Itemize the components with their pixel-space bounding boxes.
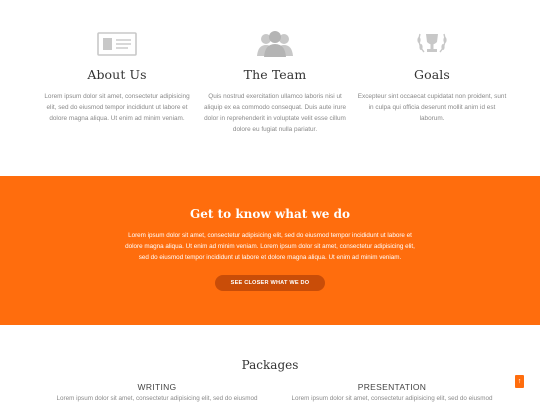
package-presentation: PRESENTATION Lorem ipsum dolor sit amet,… [282, 382, 502, 402]
feature-text: Excepteur sint occaecat cupidatat non pr… [357, 93, 507, 122]
section-title: Get to know what we do [190, 207, 350, 221]
arrow-up-icon: ↑ [517, 378, 522, 385]
package-text: Lorem ipsum dolor sit amet, consectetur … [56, 395, 258, 402]
trophy-icon [417, 33, 447, 53]
scroll-to-top-button[interactable]: ↑ [515, 375, 524, 388]
feature-goals: Goals Excepteur sint occaecat cupidatat … [357, 0, 507, 124]
feature-text: Quis nostrud exercitation ullamco labori… [203, 93, 347, 133]
see-closer-button[interactable]: See closer what we do [215, 275, 325, 291]
package-name: PRESENTATION [357, 382, 427, 392]
feature-text: Lorem ipsum dolor sit amet, consectetur … [44, 93, 190, 122]
packages-section: Packages WRITING Lorem ipsum dolor sit a… [0, 325, 540, 404]
section-text: Lorem ipsum dolor sit amet, consectetur … [125, 232, 415, 261]
package-text: Lorem ipsum dolor sit amet, consectetur … [291, 395, 493, 402]
features-section: About Us Lorem ipsum dolor sit amet, con… [0, 0, 540, 176]
package-name: WRITING [137, 382, 177, 392]
feature-about-us: About Us Lorem ipsum dolor sit amet, con… [42, 0, 192, 124]
team-icon [257, 31, 293, 57]
feature-the-team: The Team Quis nostrud exercitation ullam… [200, 0, 350, 135]
id-card-icon [97, 32, 137, 56]
package-writing: WRITING Lorem ipsum dolor sit amet, cons… [47, 382, 267, 402]
feature-title: The Team [243, 67, 307, 82]
feature-title: Goals [414, 67, 450, 82]
feature-title: About Us [87, 67, 147, 82]
get-to-know-section: Get to know what we do Lorem ipsum dolor… [0, 176, 540, 325]
section-title: Packages [241, 358, 299, 372]
